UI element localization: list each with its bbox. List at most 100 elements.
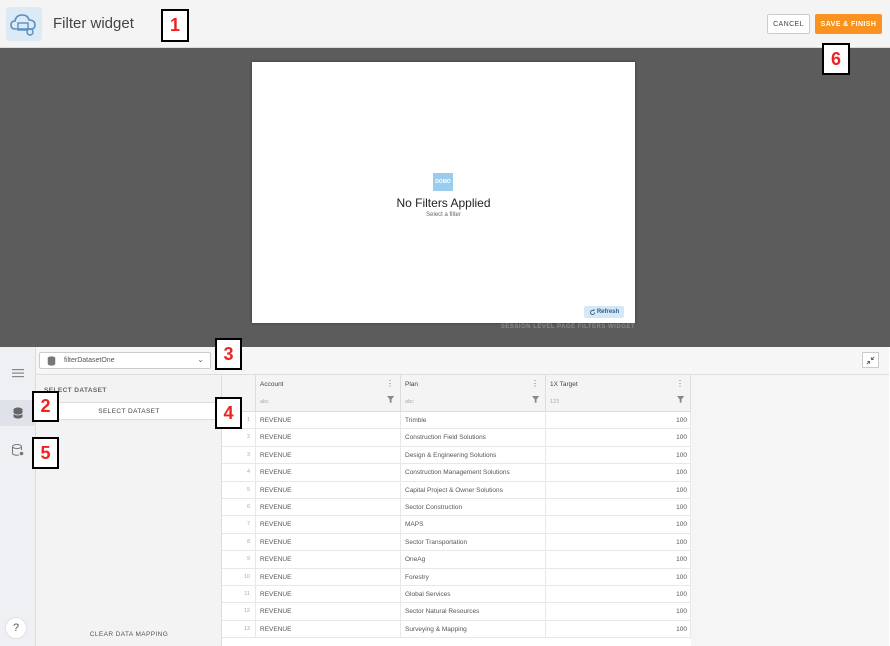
column-divider [690,533,691,551]
cell-target: 100 [676,417,687,424]
kebab-menu-icon[interactable]: ⋮ [531,380,539,388]
table-row[interactable]: 13 REVENUE Surveying & Mapping 100 [222,620,691,639]
help-button[interactable]: ? [5,617,27,639]
cell-account: REVENUE [260,434,292,442]
column-divider [400,412,401,429]
filter-icon[interactable] [532,396,541,404]
column-divider [690,429,691,446]
dataset-select[interactable]: filterDatasetOne ⌄ [39,352,211,369]
table-row[interactable]: 6 REVENUE Sector Construction 100 [222,499,691,517]
column-divider [255,499,256,516]
row-number: 9 [246,556,250,563]
column-divider [690,551,691,568]
cell-plan: Construction Field Solutions [405,434,486,442]
callout-marker: 6 [822,43,850,75]
column-header-account[interactable]: Account abc ⋮ [256,375,401,412]
cancel-button[interactable]: CANCEL [767,14,810,34]
rail-dataset-tab[interactable] [0,400,36,426]
collapse-button[interactable] [862,352,879,368]
column-divider [545,481,546,498]
row-number: 11 [244,591,250,597]
widget-preview-card [252,62,635,323]
refresh-button[interactable]: Refresh [584,306,624,318]
column-divider [255,586,256,603]
column-divider [545,620,546,638]
column-divider [255,429,256,446]
cell-plan: Sector Transportation [405,538,468,546]
kebab-menu-icon[interactable]: ⋮ [386,380,394,388]
column-divider [400,481,401,498]
row-number: 8 [246,538,250,545]
cell-plan: Design & Engineering Solutions [405,451,497,459]
table-row[interactable]: 10 REVENUE Forestry 100 [222,568,691,586]
table-row[interactable]: 9 REVENUE OneAg 100 [222,551,691,569]
column-header-plan[interactable]: Plan abc ⋮ [401,375,546,412]
dataset-select-value: filterDatasetOne [64,357,115,364]
row-number: 5 [246,486,250,493]
table-row[interactable]: 4 REVENUE Construction Management Solution… [222,464,691,482]
cell-plan: Sector Natural Resources [405,608,480,616]
column-divider [400,603,401,620]
filter-icon[interactable] [677,396,686,404]
column-divider [255,551,256,568]
column-divider [690,464,691,481]
row-number: 4 [246,469,250,476]
table-row[interactable]: 1 REVENUE Trimble 100 [222,412,691,430]
cell-target: 100 [676,591,687,598]
column-divider [400,464,401,481]
table-row[interactable]: 12 REVENUE Sector Natural Resources 100 [222,603,691,621]
column-type: 123 [550,399,560,405]
menu-toggle[interactable] [0,360,36,386]
column-divider [400,620,401,638]
cell-target: 100 [676,521,687,529]
select-dataset-button[interactable]: SELECT DATASET [36,402,222,420]
table-empty-area [691,375,889,646]
column-divider [545,429,546,446]
row-number: 7 [246,521,250,528]
collapse-arrows-icon [866,356,875,364]
cell-target: 100 [676,469,687,477]
kebab-menu-icon[interactable]: ⋮ [676,380,684,388]
left-rail [0,347,36,646]
column-divider [400,429,401,446]
row-number: 2 [246,434,250,441]
row-number: 13 [243,625,250,632]
rail-data-mapping-tab[interactable] [0,437,36,463]
cell-target: 100 [676,434,687,442]
column-divider [400,516,401,533]
table-row[interactable]: 11 REVENUE Global Services 100 [222,586,691,604]
column-divider [690,586,691,603]
column-divider [545,464,546,481]
save-finish-button[interactable]: SAVE & FINISH [815,14,882,34]
cell-account: REVENUE [260,538,292,546]
page-title: Filter widget [53,15,134,32]
clear-data-mapping-button[interactable]: CLEAR DATA MAPPING [36,631,222,638]
column-divider [400,499,401,516]
table-row[interactable]: 8 REVENUE Sector Transportation 100 [222,533,691,552]
table-row[interactable]: 3 REVENUE Design & Engineering Solutions 10… [222,446,691,465]
table-row[interactable]: 5 REVENUE Capital Project & Owner Solution… [222,481,691,499]
column-type: abc [260,399,269,405]
callout-marker: 4 [215,397,242,429]
refresh-icon [589,308,595,315]
cell-plan: Capital Project & Owner Solutions [405,486,503,494]
column-divider [545,446,546,464]
cell-plan: Sector Construction [405,504,463,511]
column-divider [690,446,691,464]
cell-target: 100 [676,625,687,633]
table-row[interactable]: 2 REVENUE Construction Field Solutions 100 [222,429,691,447]
cell-target: 100 [676,573,687,581]
column-divider [255,412,256,429]
cell-plan: MAPS [405,521,424,529]
table-row[interactable]: 7 REVENUE MAPS 100 [222,516,691,534]
hamburger-icon [12,369,24,378]
database-settings-icon [12,444,24,456]
column-divider [255,446,256,464]
column-divider [690,603,691,620]
cell-target: 100 [676,556,687,564]
cell-account: REVENUE [260,486,292,494]
column-header-target[interactable]: 1X Target 123 ⋮ [546,375,691,412]
column-divider [545,516,546,533]
column-divider [255,533,256,551]
filter-icon[interactable] [387,396,396,404]
